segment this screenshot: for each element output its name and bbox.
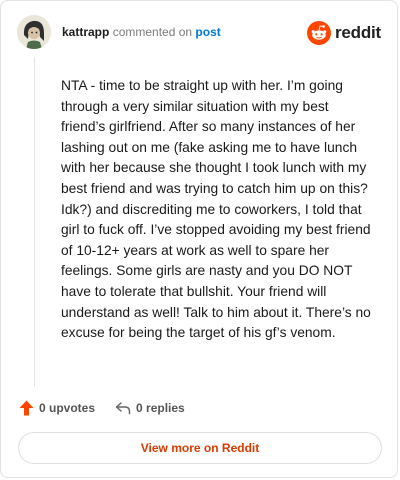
view-more-button[interactable]: View more on Reddit — [18, 432, 382, 464]
avatar[interactable] — [17, 15, 51, 49]
upvote-count: 0 upvotes — [39, 401, 96, 415]
thread-line — [34, 57, 35, 387]
embed-card: kattrapp commented on post reddit NTA - … — [0, 0, 398, 478]
comment-body: NTA - time to be straight up with her. I… — [61, 78, 371, 341]
comment-meta: kattrapp commented on post — [62, 25, 221, 39]
upvote-arrow-icon — [19, 400, 34, 416]
avatar-image — [17, 15, 51, 49]
reddit-wordmark: reddit — [334, 23, 381, 42]
post-link[interactable]: post — [195, 25, 220, 39]
action-text: commented on — [112, 25, 193, 39]
username-link[interactable]: kattrapp — [62, 25, 109, 39]
reply-count: 0 replies — [136, 401, 185, 415]
reddit-logo-icon — [306, 21, 331, 45]
reply-icon — [115, 402, 131, 415]
reddit-brand[interactable]: reddit — [306, 21, 381, 45]
comment-actions: 0 upvotes 0 replies — [19, 398, 205, 418]
reply-button[interactable]: 0 replies — [115, 401, 185, 415]
comment-header: kattrapp commented on post reddit — [17, 15, 381, 51]
upvote-button[interactable]: 0 upvotes — [19, 400, 95, 416]
